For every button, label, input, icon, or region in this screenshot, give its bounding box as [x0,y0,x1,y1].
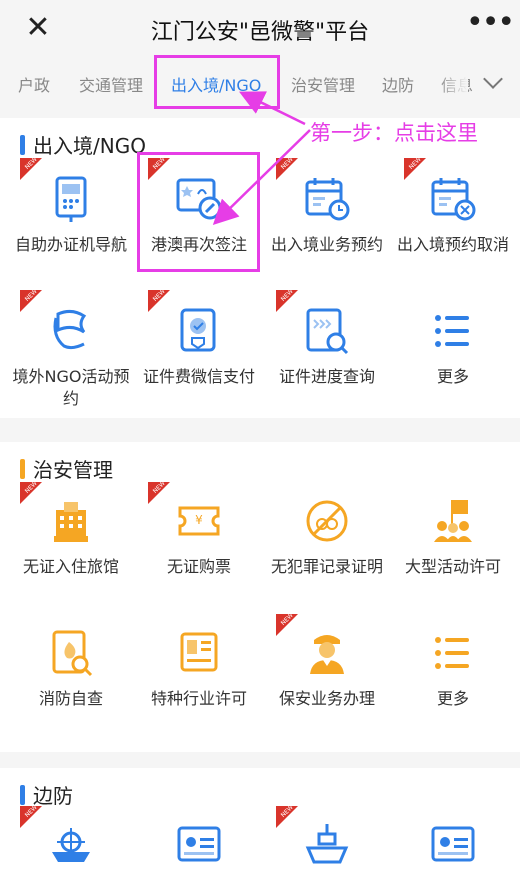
item-label: 自助办证机导航 [14,235,127,254]
tab-fade [438,60,468,104]
fire-check-icon [44,626,98,680]
item-highlight-box [137,152,260,272]
new-badge: NEW [276,156,310,192]
tab-traffic[interactable]: 交通管理 [79,72,143,96]
new-badge: NEW [276,288,310,324]
new-badge: NEW [404,156,438,192]
id-card-2-icon [426,818,480,872]
item-label: 境外NGO活动预约 [12,367,130,408]
id-card-icon [172,818,226,872]
new-badge: NEW [276,804,310,840]
grid-item-no-criminal-record[interactable]: 无犯罪记录证明 [262,494,392,578]
section-header: 出入境/NGO [20,130,146,159]
list-icon [426,626,480,680]
section-title: 边防 [33,784,73,808]
more-dots-icon[interactable]: ••• [466,8,515,44]
section-title: 治安管理 [33,458,113,482]
tab-public-security[interactable]: 治安管理 [291,72,355,96]
section-bar [20,134,25,155]
svg-text:¥: ¥ [195,513,203,527]
license-icon [172,626,226,680]
new-badge: NEW [20,288,54,324]
section-header: 边防 [20,780,73,809]
section-title: 出入境/NGO [33,134,146,158]
tab-highlight-box [154,55,280,109]
grid-item-large-event[interactable]: 大型活动许可 [388,494,518,578]
title-bar: ✕ 江门公安"邑微警"平台 ••• [0,0,520,58]
new-badge: NEW [148,288,182,324]
section-header: 治安管理 [20,454,113,483]
section-bar [20,458,25,479]
annotation-callout: 第一步：点击这里 [310,121,478,145]
grid-item-more[interactable]: 更多 [388,304,518,388]
grid-item-special-industry[interactable]: 特种行业许可 [134,626,264,710]
item-label: 消防自查 [38,689,103,708]
grid-item-fire-check[interactable]: 消防自查 [6,626,136,710]
no-handcuffs-icon [300,494,354,548]
tab-border[interactable]: 边防 [382,72,414,96]
item-label: 保安业务办理 [278,689,375,708]
grid-item-more-security[interactable]: 更多 [388,626,518,710]
new-badge: NEW [20,156,54,192]
item-label: 出入境业务预约 [270,235,383,254]
item-label: 无犯罪记录证明 [270,557,383,576]
tab-huzheng[interactable]: 户政 [18,72,50,96]
item-label: 大型活动许可 [404,557,501,576]
item-label: 证件进度查询 [278,367,375,386]
item-label: 更多 [436,689,469,708]
grid-item-border-4[interactable] [388,818,518,872]
grid-item-border-2[interactable] [134,818,264,872]
item-label: 无证购票 [166,557,231,576]
item-label: 出入境预约取消 [396,235,509,254]
item-label: 更多 [436,367,469,386]
new-badge: NEW [276,612,310,648]
item-label: 无证入住旅馆 [22,557,119,576]
item-label: 证件费微信支付 [142,367,255,386]
page-title: 江门公安"邑微警"平台 [150,20,370,45]
new-badge: NEW [20,804,54,840]
new-badge: NEW [20,480,54,516]
list-icon [426,304,480,358]
section-bar [20,784,25,805]
new-badge: NEW [148,480,182,516]
crowd-flag-icon [426,494,480,548]
item-label: 特种行业许可 [150,689,247,708]
